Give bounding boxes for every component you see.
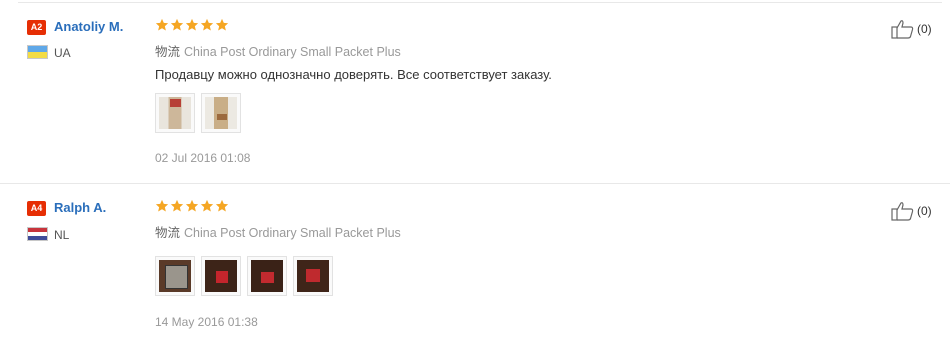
shipping-method: China Post Ordinary Small Packet Plus: [184, 45, 401, 59]
review-date: 14 May 2016 01:38: [155, 315, 258, 329]
star-icon: [170, 199, 184, 212]
star-icon: [200, 199, 214, 212]
star-icon: [155, 18, 169, 31]
star-icon: [215, 199, 229, 212]
buyer-level-badge: A4: [27, 201, 46, 216]
review-photo-thumbnail[interactable]: [201, 93, 241, 133]
helpful-count: (0): [917, 22, 932, 36]
review-photos: [155, 93, 241, 133]
shipping-method: China Post Ordinary Small Packet Plus: [184, 226, 401, 240]
star-icon: [185, 18, 199, 31]
buyer-country: NL: [54, 228, 70, 242]
helpful-count: (0): [917, 204, 932, 218]
star-rating: [155, 199, 229, 213]
review-item: A4 Ralph A. NL 物流 China Post Ordinary Sma…: [0, 183, 950, 343]
thumbs-up-icon: [891, 202, 914, 221]
shipping-info: 物流 China Post Ordinary Small Packet Plus: [155, 222, 401, 241]
helpful-button[interactable]: (0): [891, 201, 932, 221]
country-flag-icon: [27, 45, 48, 59]
review-photo-thumbnail[interactable]: [293, 256, 333, 296]
star-icon: [185, 199, 199, 212]
shipping-info: 物流 China Post Ordinary Small Packet Plus: [155, 41, 401, 60]
review-photo-thumbnail[interactable]: [155, 256, 195, 296]
review-photo-thumbnail[interactable]: [247, 256, 287, 296]
buyer-country: UA: [54, 46, 71, 60]
thumbs-up-icon: [891, 20, 914, 39]
review-item: A2 Anatoliy M. UA 物流 China Post Ordinary …: [0, 0, 950, 183]
review-photo-thumbnail[interactable]: [201, 256, 241, 296]
helpful-button[interactable]: (0): [891, 19, 932, 39]
review-photo-thumbnail[interactable]: [155, 93, 195, 133]
feedback-text: Продавцу можно однозначно доверять. Все …: [155, 67, 552, 82]
buyer-name-link[interactable]: Anatoliy M.: [54, 19, 123, 34]
star-icon: [200, 18, 214, 31]
star-icon: [170, 18, 184, 31]
star-rating: [155, 18, 229, 32]
buyer-name-link[interactable]: Ralph A.: [54, 200, 106, 215]
shipping-label: 物流: [155, 225, 181, 240]
review-photos: [155, 256, 333, 296]
star-icon: [155, 199, 169, 212]
star-icon: [215, 18, 229, 31]
buyer-level-badge: A2: [27, 20, 46, 35]
shipping-label: 物流: [155, 44, 181, 59]
review-date: 02 Jul 2016 01:08: [155, 151, 251, 165]
country-flag-icon: [27, 227, 48, 241]
